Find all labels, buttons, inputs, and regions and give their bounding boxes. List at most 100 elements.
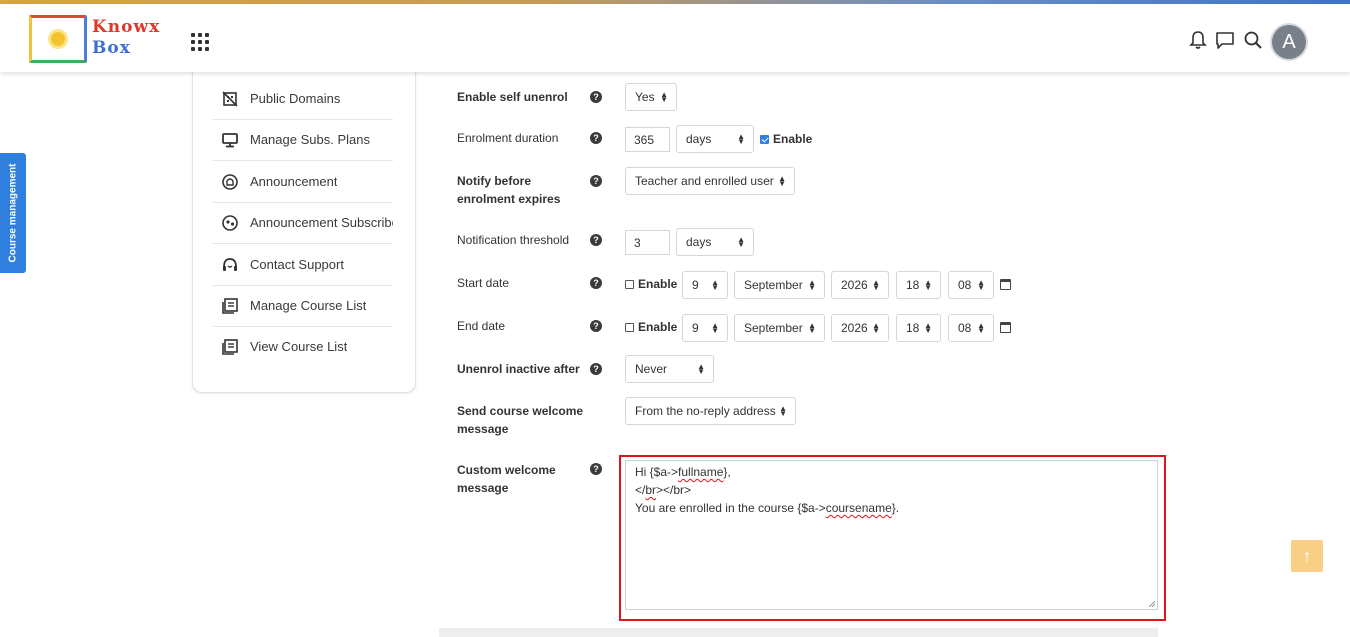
select-caret-icon: ▲ ▼ [977,321,985,335]
back-to-top-button[interactable]: ↑ [1291,540,1323,572]
start-date-day-select[interactable]: 9 ▲ ▼ [682,271,728,299]
resize-handle-icon[interactable] [1149,601,1155,607]
help-icon[interactable]: ? [590,132,602,144]
sidebar-item-manage-subs-plans[interactable]: Manage Subs. Plans [213,119,393,161]
select-caret-icon: ▲ ▼ [660,90,668,104]
calendar-icon[interactable] [1000,322,1011,333]
textarea-line-2: </br></br> [635,481,1148,499]
sidebar-item-manage-course-list[interactable]: Manage Course List [213,285,393,327]
notify-before-label: Notify before enrolment expires [457,174,561,206]
help-icon[interactable]: ? [590,175,602,187]
course-management-drawer-tab[interactable]: Course management [0,153,26,273]
monitor-icon [221,131,239,149]
start-date-minute-select[interactable]: 08 ▲ ▼ [948,271,994,299]
top-navbar: Knowx Box A [0,4,1350,72]
sidebar-item-view-course-list[interactable]: View Course List [213,326,393,367]
select-caret-icon: ▲ ▼ [737,132,745,146]
start-date-enable-checkbox[interactable]: Enable [625,277,677,291]
start-date-month-select[interactable]: September ▲ ▼ [734,271,825,299]
user-avatar[interactable]: A [1272,25,1306,59]
search-icon[interactable] [1242,29,1264,51]
enrolment-duration-label: Enrolment duration [457,131,559,145]
notification-threshold-label: Notification threshold [457,233,570,247]
notification-bell-icon[interactable] [1187,29,1209,51]
end-date-hour-select[interactable]: 18 ▲ ▼ [896,314,941,342]
textarea-line-1: Hi {$a->fullname}, [635,463,1148,481]
self-unenrol-select[interactable]: Yes ▲ ▼ [625,83,677,111]
sidebar-item-label: Public Domains [250,91,341,106]
select-caret-icon: ▲ ▼ [737,235,745,249]
help-icon[interactable]: ? [590,363,602,375]
help-icon[interactable]: ? [590,277,602,289]
enable-label: Enable [773,132,813,146]
notify-before-select[interactable]: Teacher and enrolled user ▲ ▼ [625,167,795,195]
help-icon[interactable]: ? [590,320,602,332]
end-date-minute-select[interactable]: 08 ▲ ▼ [948,314,994,342]
enrolment-duration-enable-checkbox[interactable]: Enable [760,132,812,146]
sidebar-item-label: Manage Course List [250,298,367,313]
checkbox-unchecked-icon [625,279,634,289]
help-icon[interactable]: ? [590,234,602,246]
support-icon [221,256,239,274]
select-caret-icon: ▲ ▼ [872,278,880,292]
notification-threshold-unit: days [686,235,712,249]
start-date-hour-select[interactable]: 18 ▲ ▼ [896,271,941,299]
select-caret-icon: ▲ ▼ [808,321,816,335]
calendar-icon[interactable] [1000,279,1011,290]
end-date-enable-checkbox[interactable]: Enable [625,320,677,334]
text-fragment: </ [635,483,646,497]
sidebar-menu: Public Domains Manage Subs. Plans Announ… [192,62,416,393]
logo-text-line2: Box [92,38,131,58]
sidebar-item-contact-support[interactable]: Contact Support [213,244,393,286]
messages-icon[interactable] [1214,29,1236,51]
end-date-month-select[interactable]: September ▲ ▼ [734,314,825,342]
announcement-icon [221,173,239,191]
text-fragment: ></br> [656,483,692,497]
enrolment-duration-input[interactable]: 365 [625,127,670,152]
start-date-label: Start date [457,276,510,290]
notify-before-value: Teacher and enrolled user [635,174,774,188]
unenrol-inactive-select[interactable]: Never ▲ ▼ [625,355,714,383]
notification-threshold-input[interactable]: 3 [625,230,670,255]
sidebar-item-label: Contact Support [250,257,344,272]
end-date-year-select[interactable]: 2026 ▲ ▼ [831,314,889,342]
start-date-month: September [744,278,803,292]
sidebar-item-announcement-subscriber[interactable]: Announcement Subscribe [213,202,393,244]
spellcheck-word: coursename [825,501,892,515]
subscriber-icon [221,214,239,232]
notification-threshold-unit-select[interactable]: days ▲ ▼ [676,228,754,256]
sidebar-item-announcement[interactable]: Announcement [213,161,393,203]
welcome-message-select[interactable]: From the no-reply address ▲ ▼ [625,397,796,425]
help-icon[interactable]: ? [590,463,602,475]
select-caret-icon: ▲ ▼ [872,321,880,335]
enrolment-duration-unit-select[interactable]: days ▲ ▼ [676,125,754,153]
logo-text[interactable]: Knowx Box [92,17,160,59]
custom-welcome-textarea[interactable]: Hi {$a->fullname}, </br></br> You are en… [625,460,1158,610]
select-caret-icon: ▲ ▼ [977,278,985,292]
arrow-up-icon: ↑ [1302,545,1312,566]
start-date-year-select[interactable]: 2026 ▲ ▼ [831,271,889,299]
public-domains-icon [221,90,239,108]
start-date-day: 9 [692,278,699,292]
list-icon [221,338,239,356]
end-date-day: 9 [692,321,699,335]
course-management-label: Course management [7,163,19,263]
self-unenrol-label: Enable self unenrol [457,90,568,104]
select-caret-icon: ▲ ▼ [924,278,932,292]
apps-grid-icon[interactable] [191,33,209,51]
textarea-line-3: You are enrolled in the course {$a->cour… [635,499,1148,517]
custom-welcome-label: Custom welcome message [457,463,556,495]
help-icon[interactable]: ? [590,91,602,103]
select-caret-icon: ▲ ▼ [711,278,719,292]
select-caret-icon: ▲ ▼ [711,321,719,335]
self-unenrol-value: Yes [635,90,655,104]
end-date-day-select[interactable]: 9 ▲ ▼ [682,314,728,342]
sidebar-item-public-domains[interactable]: Public Domains [213,78,393,120]
end-date-minute: 08 [958,321,972,335]
welcome-message-value: From the no-reply address [635,404,776,418]
sidebar-item-label: View Course List [250,339,348,354]
logo-icon[interactable] [29,15,87,63]
end-date-month: September [744,321,803,335]
spellcheck-word: fullname [678,465,724,479]
text-fragment: }, [723,465,731,479]
